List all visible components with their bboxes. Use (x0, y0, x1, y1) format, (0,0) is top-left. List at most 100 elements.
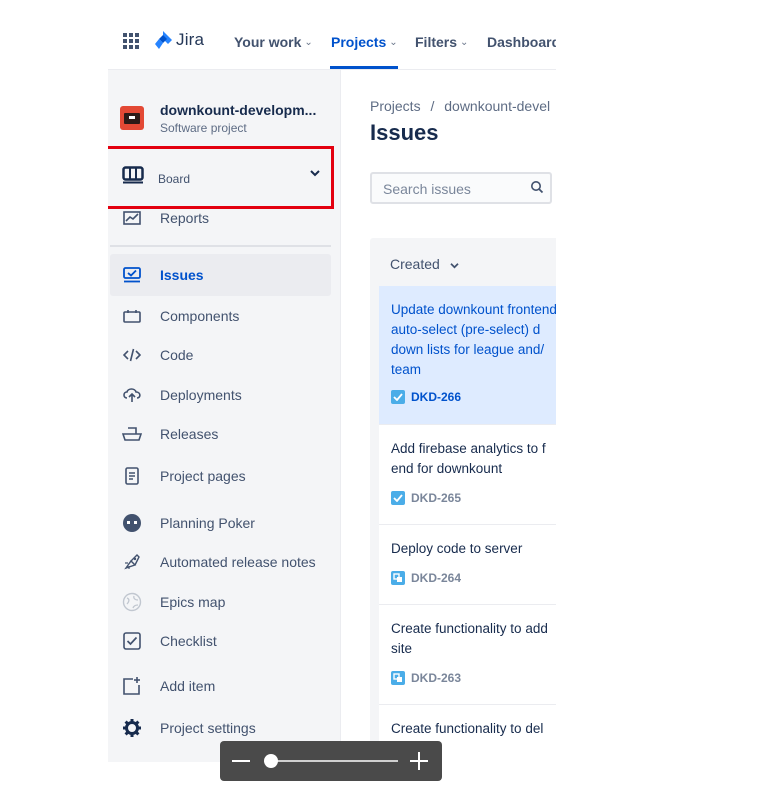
sidebar-item-issues[interactable]: Issues (110, 254, 331, 296)
sidebar-item-releases[interactable]: Releases (108, 416, 333, 452)
task-icon (391, 390, 405, 404)
issue-card[interactable]: Update downkount frontend auto-select (p… (379, 286, 556, 425)
sidebar-item-reports[interactable]: Reports (108, 200, 333, 236)
sidebar-item-checklist[interactable]: Checklist (108, 623, 333, 659)
sort-label: Created (390, 256, 440, 272)
issue-summary: Add firebase analytics to f end for down… (391, 439, 556, 479)
release-notes-icon (122, 552, 142, 572)
issue-summary: Update downkount frontend auto-select (p… (391, 300, 556, 380)
issue-summary-line: auto-select (pre-select) d (391, 322, 541, 337)
issue-card[interactable]: Create functionality to add site DKD-263 (379, 605, 556, 705)
gear-icon (122, 718, 142, 738)
nav-projects[interactable]: Projects ⌄ (331, 34, 398, 50)
nav-projects-label: Projects (331, 34, 387, 50)
search-input[interactable]: Search issues (370, 172, 552, 204)
issue-summary-line: down lists for league and/ (391, 342, 545, 357)
zoom-out-button[interactable] (232, 760, 250, 762)
subtask-icon (391, 671, 405, 685)
epics-map-icon (122, 592, 142, 612)
project-name[interactable]: downkount-developm... (160, 102, 316, 118)
sort-dropdown[interactable]: Created (390, 256, 459, 272)
issue-card[interactable]: Deploy code to server DKD-264 (379, 525, 556, 605)
sidebar-item-deployments[interactable]: Deployments (108, 377, 333, 413)
jira-logo[interactable]: Jira (153, 30, 204, 50)
breadcrumb: Projects / downkount-devel (370, 98, 550, 114)
project-avatar[interactable] (120, 106, 144, 130)
sidebar-item-code[interactable]: Code (108, 337, 333, 373)
components-icon (122, 306, 142, 326)
sidebar-divider (110, 245, 331, 247)
issue-summary-line: Create functionality to add (391, 621, 548, 636)
issue-summary-line: Add firebase analytics to f (391, 441, 546, 456)
breadcrumb-project[interactable]: downkount-devel (444, 98, 550, 114)
zoom-slider-track[interactable] (272, 760, 398, 762)
issue-key-text: DKD-265 (411, 491, 462, 505)
reports-icon (122, 208, 142, 228)
sidebar-item-planning-poker[interactable]: Planning Poker (108, 505, 333, 541)
jira-window: Jira Your work ⌄ Projects ⌄ Filters ⌄ Da… (108, 0, 556, 762)
breadcrumb-separator: / (430, 98, 435, 114)
sidebar-item-label: Automated release notes (160, 554, 316, 570)
issue-key-text: DKD-266 (411, 390, 462, 404)
nav-your-work-label: Your work (234, 34, 302, 50)
issue-summary-line: site (391, 641, 413, 656)
chevron-down-icon: ⌄ (389, 36, 398, 48)
board-label: Board (158, 172, 191, 186)
nav-dashboards-label: Dashboard (487, 34, 556, 50)
project-sidebar: downkount-developm... Software project B… (108, 70, 341, 762)
chevron-down-icon (450, 263, 459, 269)
sidebar-item-label: Issues (160, 267, 204, 283)
sidebar-item-label: Planning Poker (160, 515, 255, 531)
sidebar-item-add-item[interactable]: Add item (108, 668, 333, 704)
issue-key[interactable]: DKD-266 (391, 390, 461, 404)
nav-your-work[interactable]: Your work ⌄ (234, 34, 313, 50)
issue-summary-line: Create functionality to del (391, 721, 544, 736)
planning-poker-icon (122, 513, 142, 533)
nav-active-indicator (330, 66, 398, 69)
add-item-icon (122, 676, 142, 696)
nav-filters[interactable]: Filters ⌄ (415, 34, 468, 50)
issue-key-text: DKD-263 (411, 671, 462, 685)
board-icon (122, 166, 144, 184)
sidebar-item-project-pages[interactable]: Project pages (108, 458, 333, 494)
code-icon (122, 345, 142, 365)
sidebar-item-epics-map[interactable]: Epics map (108, 584, 333, 620)
app-switcher-icon[interactable] (123, 33, 139, 49)
project-type: Software project (160, 121, 247, 135)
sidebar-item-label: Releases (160, 426, 219, 442)
breadcrumb-projects[interactable]: Projects (370, 98, 421, 114)
sidebar-item-label: Epics map (160, 594, 226, 610)
sidebar-item-label: Project pages (160, 468, 246, 484)
sidebar-item-components[interactable]: Components (108, 298, 333, 334)
sidebar-item-label: Checklist (160, 633, 217, 649)
zoom-in-button[interactable] (410, 752, 428, 770)
sidebar-item-label: Components (160, 308, 240, 324)
nav-filters-label: Filters (415, 34, 458, 50)
sidebar-item-label: Code (160, 347, 194, 363)
chevron-down-icon: ⌄ (460, 36, 469, 48)
task-icon (391, 491, 405, 505)
issue-list: Created Update downkount frontend auto-s… (370, 238, 556, 762)
search-icon[interactable] (530, 180, 544, 194)
checklist-icon (122, 631, 142, 651)
issue-key-text: DKD-264 (411, 571, 462, 585)
issue-summary-line: end for downkount (391, 461, 503, 476)
zoom-slider-thumb[interactable] (264, 754, 278, 768)
issue-summary-line: team (391, 362, 422, 377)
issues-icon (122, 265, 142, 285)
zoom-control (220, 741, 442, 781)
subtask-icon (391, 571, 405, 585)
issue-summary: Create functionality to add site (391, 619, 556, 659)
issue-summary-line: Update downkount frontend (391, 302, 556, 317)
sidebar-item-label: Reports (160, 210, 210, 226)
issue-key[interactable]: DKD-263 (391, 671, 461, 685)
page-title: Issues (370, 120, 439, 145)
issue-card[interactable]: Add firebase analytics to f end for down… (379, 425, 556, 525)
issue-key[interactable]: DKD-264 (391, 571, 461, 585)
sidebar-item-label: Add item (160, 678, 216, 694)
issue-key[interactable]: DKD-265 (391, 491, 461, 505)
chevron-down-icon[interactable] (310, 169, 320, 177)
sidebar-item-release-notes[interactable]: Automated release notes (108, 544, 333, 580)
nav-dashboards[interactable]: Dashboard (487, 34, 556, 50)
sidebar-item-label: Project settings (160, 720, 256, 736)
